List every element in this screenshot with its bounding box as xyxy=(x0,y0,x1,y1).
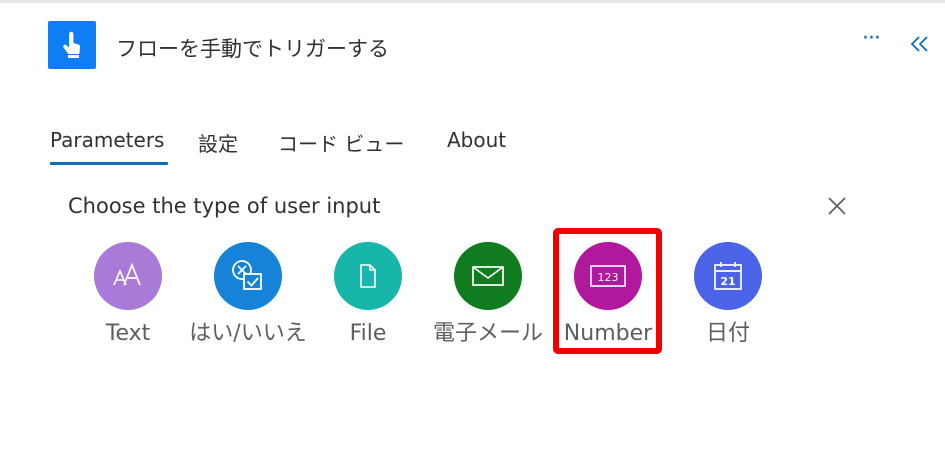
flow-trigger-title: フローを手動でトリガーする xyxy=(116,37,389,61)
tab-settings[interactable]: 設定 xyxy=(198,128,238,157)
input-type-text[interactable]: Text xyxy=(58,242,198,349)
input-type-email[interactable]: 電子メール xyxy=(418,242,558,349)
text-font-icon xyxy=(94,242,162,310)
close-icon[interactable] xyxy=(824,193,850,219)
input-type-label: Text xyxy=(105,321,151,346)
input-type-label: はい/いいえ xyxy=(189,321,307,346)
number-icon: 123 xyxy=(574,242,642,310)
input-type-number[interactable]: 123 Number xyxy=(538,242,678,349)
input-type-label: 電子メール xyxy=(432,321,543,346)
input-type-label: 日付 xyxy=(705,321,750,346)
email-icon xyxy=(454,242,522,310)
ellipsis-icon[interactable]: ··· xyxy=(858,28,884,56)
input-type-file[interactable]: File xyxy=(298,242,438,349)
calendar-icon-day: 21 xyxy=(720,275,735,288)
number-icon-digits: 123 xyxy=(598,271,619,284)
file-icon xyxy=(334,242,402,310)
tab-code-view[interactable]: コード ビュー xyxy=(278,128,404,157)
input-type-label: Number xyxy=(563,321,653,346)
yes-no-icon xyxy=(214,242,282,310)
input-type-label: File xyxy=(349,321,387,346)
calendar-icon: 21 xyxy=(694,242,762,310)
top-border xyxy=(0,0,945,3)
input-type-yes-no[interactable]: はい/いいえ xyxy=(178,242,318,349)
input-type-heading: Choose the type of user input xyxy=(68,194,381,218)
tab-about[interactable]: About xyxy=(447,128,506,152)
input-type-date[interactable]: 21 日付 xyxy=(658,242,798,349)
tab-parameters[interactable]: Parameters xyxy=(50,128,169,165)
double-chevron-left-icon[interactable] xyxy=(908,32,932,56)
touch-hand-icon xyxy=(48,21,96,69)
